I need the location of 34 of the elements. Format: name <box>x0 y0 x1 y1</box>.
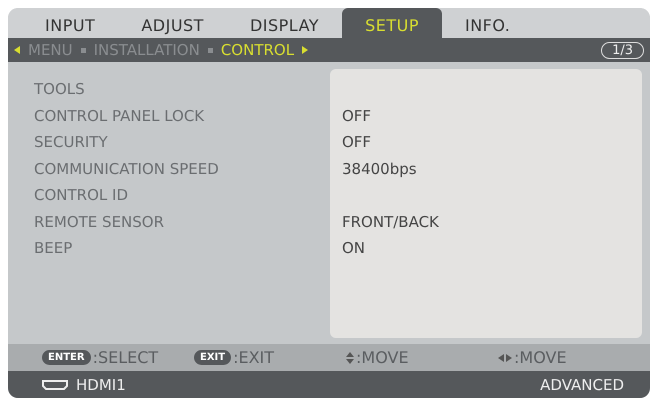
left-right-arrows-icon <box>498 354 512 362</box>
key-badge: EXIT <box>194 350 232 365</box>
menu-mode: ADVANCED <box>540 376 624 394</box>
separator-icon <box>80 48 86 52</box>
hint-label: :SELECT <box>92 348 158 367</box>
up-down-arrows-icon <box>346 352 354 364</box>
setting-label[interactable]: BEEP <box>34 235 330 262</box>
setting-value: 38400bps <box>342 160 417 178</box>
setting-label[interactable]: CONTROL ID <box>34 182 330 208</box>
left-arrow-icon[interactable] <box>14 46 20 54</box>
setting-value: FRONT/BACK <box>342 212 439 230</box>
right-arrow-icon[interactable] <box>302 46 308 54</box>
page-indicator: 1/3 <box>601 42 644 58</box>
menu-tab[interactable]: DISPLAY <box>226 8 342 38</box>
hint-label: :MOVE <box>356 348 409 367</box>
connector-icon <box>42 380 68 390</box>
hint-label: :EXIT <box>233 348 274 367</box>
menu-tab[interactable]: INFO. <box>442 8 534 38</box>
setting-label[interactable]: CONTROL PANEL LOCK <box>34 102 330 129</box>
key-badge: ENTER <box>42 350 91 365</box>
setting-value: OFF <box>342 133 372 151</box>
input-source: HDMI1 <box>76 376 126 394</box>
breadcrumb-item[interactable]: CONTROL <box>220 41 294 59</box>
setting-label[interactable]: COMMUNICATION SPEED <box>34 156 330 182</box>
setting-label[interactable]: REMOTE SENSOR <box>34 208 330 235</box>
setting-value: OFF <box>342 106 372 124</box>
menu-tab[interactable]: SETUP <box>342 8 442 38</box>
menu-tab[interactable]: ADJUST <box>118 8 227 38</box>
hint-label: :MOVE <box>514 348 567 367</box>
separator-icon <box>208 48 213 52</box>
setting-label[interactable]: TOOLS <box>34 76 330 102</box>
setting-label[interactable]: SECURITY <box>34 129 330 156</box>
menu-tab[interactable]: INPUT <box>22 8 118 38</box>
setting-value: ON <box>342 239 366 257</box>
